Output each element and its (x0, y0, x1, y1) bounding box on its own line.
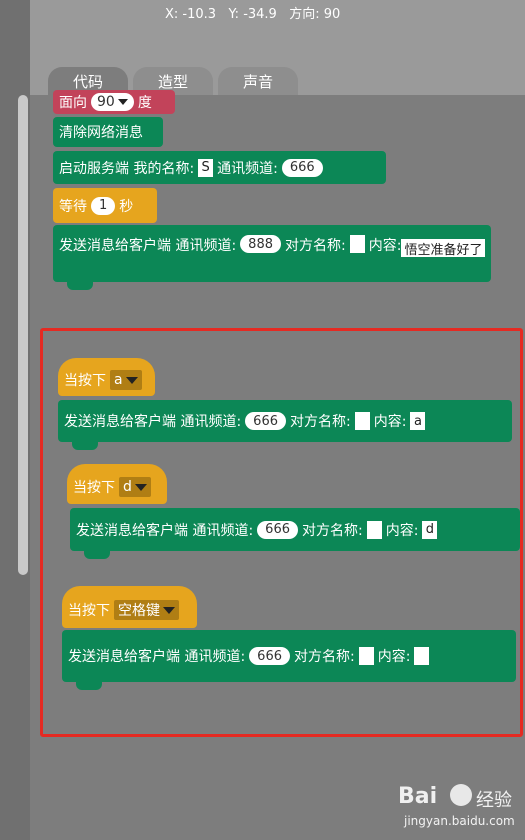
target-name-input[interactable] (354, 412, 370, 430)
tab-code-label: 代码 (72, 72, 103, 91)
chevron-down-icon (125, 376, 138, 384)
direction-dropdown[interactable]: 90 (91, 93, 134, 111)
send-label: 发送消息给客户端 通讯频道: (64, 414, 242, 430)
content-label: 内容: (385, 522, 419, 539)
stage-coordinates: X: -10.3 Y: -34.9 方向: 90 (165, 3, 340, 22)
start-server-block[interactable]: 启动服务端 我的名称: S 通讯频道: 666 (53, 151, 386, 184)
send-label: 发送消息给客户端 通讯频道: (76, 522, 254, 539)
target-name-label: 对方名称: (290, 414, 351, 430)
seconds-label: 秒 (119, 198, 134, 215)
degree-label: 度 (137, 95, 152, 111)
key-dropdown[interactable]: 空格键 (114, 600, 179, 620)
send-message-d-block[interactable]: 发送消息给客户端 通讯频道: 666 对方名称: 内容: d (70, 508, 520, 559)
content-input[interactable]: 悟空准备好了 (401, 239, 486, 258)
paw-icon (450, 784, 472, 806)
clear-messages-block[interactable]: 清除网络消息 (53, 117, 163, 147)
block-notch (84, 551, 110, 559)
watermark-word: 经验 (476, 790, 512, 811)
wait-seconds-input[interactable]: 1 (91, 196, 116, 215)
content-input[interactable]: d (422, 520, 438, 539)
send-channel-input[interactable]: 666 (245, 412, 286, 430)
when-key-a-hat[interactable]: 当按下 a (58, 358, 155, 396)
tab-sounds[interactable]: 声音 (218, 67, 298, 95)
target-name-label: 对方名称: (294, 649, 355, 665)
watermark-brand: Bai (398, 784, 438, 809)
send-message-a-block[interactable]: 发送消息给客户端 通讯频道: 666 对方名称: 内容: a (58, 400, 512, 450)
when-key-label: 当按下 (68, 603, 110, 619)
watermark-url: jingyan.baidu.com (404, 814, 515, 828)
send-channel-input[interactable]: 888 (240, 235, 281, 253)
content-input[interactable]: a (410, 412, 426, 430)
clear-label: 清除网络消息 (59, 125, 143, 141)
wait-label: 等待 (59, 198, 87, 215)
coord-x: X: -10.3 (165, 7, 217, 22)
content-label: 内容: (368, 238, 402, 254)
when-key-label: 当按下 (64, 373, 106, 389)
send-label: 发送消息给客户端 通讯频道: (68, 649, 246, 665)
send-channel-input[interactable]: 666 (257, 520, 298, 539)
send-message-space-block[interactable]: 发送消息给客户端 通讯频道: 666 对方名称: 内容: (62, 630, 516, 690)
key-dropdown[interactable]: a (110, 370, 142, 390)
target-name-input[interactable] (358, 647, 374, 665)
send-channel-input[interactable]: 666 (249, 647, 290, 665)
content-label: 内容: (373, 414, 407, 430)
coord-direction: 方向: 90 (289, 7, 341, 22)
block-notch (76, 682, 102, 690)
coord-y: Y: -34.9 (228, 7, 277, 22)
send-label: 发送消息给客户端 通讯频道: (59, 238, 237, 254)
my-name-input[interactable]: S (198, 158, 214, 177)
vertical-scrollbar[interactable] (18, 95, 28, 575)
tab-costumes-label: 造型 (157, 72, 188, 91)
target-name-input[interactable] (366, 520, 382, 539)
target-name-label: 对方名称: (285, 238, 346, 254)
server-channel-input[interactable]: 666 (281, 158, 323, 177)
key-dropdown[interactable]: d (119, 477, 151, 497)
server-channel-label: 通讯频道: (217, 160, 278, 177)
when-key-d-hat[interactable]: 当按下 d (67, 464, 167, 504)
face-label: 面向 (59, 95, 87, 111)
target-name-input[interactable] (349, 235, 365, 253)
when-key-space-hat[interactable]: 当按下 空格键 (62, 586, 197, 628)
content-label: 内容: (377, 649, 411, 665)
block-notch (72, 442, 98, 450)
baidu-jingyan-watermark: Bai 经验 jingyan.baidu.com (398, 784, 523, 836)
target-name-label: 对方名称: (302, 522, 363, 539)
direction-value: 90 (97, 94, 115, 110)
tab-sounds-label: 声音 (242, 72, 273, 91)
chevron-down-icon (163, 606, 175, 614)
key-value: 空格键 (118, 603, 160, 619)
face-direction-block[interactable]: 面向 90 度 (53, 90, 175, 114)
send-message-block[interactable]: 发送消息给客户端 通讯频道: 888 对方名称: 内容: 悟空准备好了 (53, 225, 491, 290)
content-input[interactable] (414, 647, 430, 665)
chevron-down-icon (134, 483, 147, 491)
key-value: d (123, 479, 132, 495)
block-notch (67, 282, 93, 290)
when-key-label: 当按下 (73, 480, 115, 496)
wait-block[interactable]: 等待 1 秒 (53, 188, 157, 223)
chevron-down-icon (117, 99, 128, 105)
key-value: a (114, 372, 123, 388)
server-label: 启动服务端 我的名称: (59, 160, 195, 177)
